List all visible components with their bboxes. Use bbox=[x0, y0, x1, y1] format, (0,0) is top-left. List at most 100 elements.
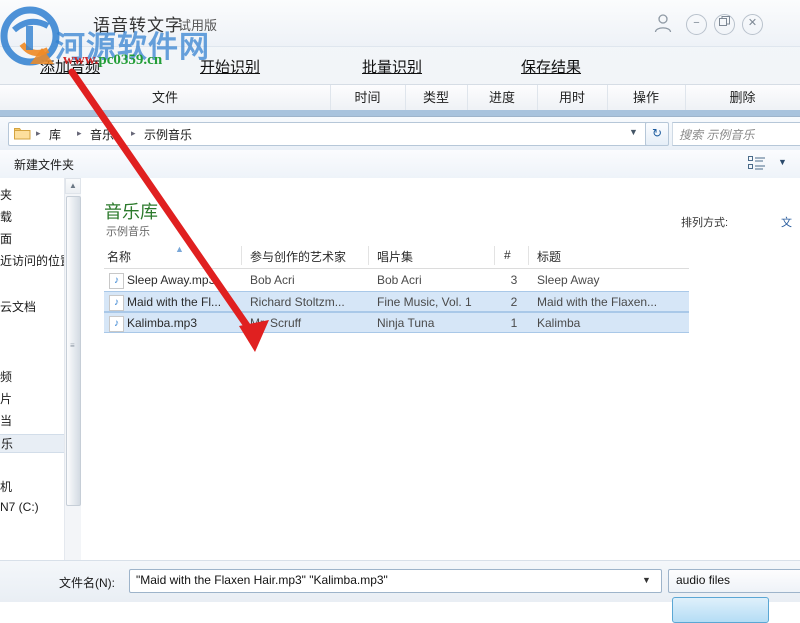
nav-item-label: 面 bbox=[0, 232, 12, 246]
application-window: 语音转文字 试用版 − ✕ 添加音频 开始识别 批量识别 保存结果 文件 时间 … bbox=[0, 0, 800, 600]
file-open-dialog: ▸ 库 ▸ 音乐 ▸ 示例音乐 ▼ ↻ 搜索 示例音乐 新建文件夹 bbox=[0, 116, 800, 601]
minimize-button[interactable]: − bbox=[686, 14, 707, 35]
nav-item[interactable]: N7 (C:) bbox=[0, 500, 39, 514]
file-artist: Richard Stoltzm... bbox=[250, 295, 364, 309]
column-divider[interactable] bbox=[494, 246, 495, 265]
file-name: Kalimba.mp3 bbox=[127, 316, 239, 330]
nav-item-label: 载 bbox=[0, 210, 12, 224]
file-track-number: 2 bbox=[504, 295, 524, 309]
music-note-icon: ♪ bbox=[109, 273, 124, 289]
column-header-type[interactable]: 类型 bbox=[405, 85, 468, 111]
add-audio-link[interactable]: 添加音频 bbox=[40, 56, 100, 77]
nav-item-label: 近访问的位置 bbox=[0, 254, 72, 268]
new-folder-button[interactable]: 新建文件夹 bbox=[14, 156, 74, 173]
breadcrumb-library[interactable]: 库 bbox=[49, 126, 61, 143]
nav-item[interactable]: 载 bbox=[0, 208, 12, 225]
library-subtitle: 示例音乐 bbox=[106, 223, 150, 239]
file-track-number: 1 bbox=[504, 316, 524, 330]
arrange-by-value[interactable]: 文 bbox=[781, 214, 792, 230]
music-note-icon: ♪ bbox=[109, 295, 124, 311]
nav-item-label: 频 bbox=[0, 370, 12, 384]
filename-input[interactable]: "Maid with the Flaxen Hair.mp3" "Kalimba… bbox=[129, 569, 662, 593]
breadcrumb-separator: ▸ bbox=[36, 128, 41, 139]
breadcrumb-music[interactable]: 音乐 bbox=[90, 126, 114, 143]
list-column-album[interactable]: 唱片集 bbox=[377, 248, 413, 265]
close-button[interactable]: ✕ bbox=[742, 14, 763, 35]
nav-item-label: 片 bbox=[0, 392, 12, 406]
nav-item-label: 夹 bbox=[0, 188, 12, 202]
file-type-filter-dropdown[interactable]: audio files bbox=[668, 569, 800, 593]
chevron-down-icon[interactable]: ▼ bbox=[629, 127, 638, 137]
list-column-name[interactable]: 名称▲ bbox=[107, 248, 131, 265]
library-title: 音乐库 bbox=[104, 198, 158, 224]
table-row[interactable]: ♪ Kalimba.mp3 Mr. Scruff Ninja Tuna 1 Ka… bbox=[104, 312, 689, 333]
breadcrumb-separator: ▸ bbox=[77, 128, 82, 139]
file-album: Fine Music, Vol. 1 bbox=[377, 295, 489, 309]
column-header-progress[interactable]: 进度 bbox=[467, 85, 538, 111]
folder-icon bbox=[14, 126, 31, 140]
main-toolbar: 添加音频 开始识别 批量识别 保存结果 bbox=[0, 46, 800, 84]
file-type-filter-value: audio files bbox=[676, 573, 730, 587]
nav-item[interactable]: 机 bbox=[0, 478, 12, 495]
nav-item-label: N7 (C:) bbox=[0, 500, 39, 514]
scrollbar-thumb[interactable]: ≡ bbox=[66, 196, 81, 506]
batch-recognition-link[interactable]: 批量识别 bbox=[362, 56, 422, 77]
nav-item[interactable]: 当 bbox=[0, 412, 12, 429]
list-column-artist[interactable]: 参与创作的艺术家 bbox=[250, 248, 346, 265]
breadcrumb-separator: ▸ bbox=[131, 128, 136, 139]
column-header-operation[interactable]: 操作 bbox=[607, 85, 686, 111]
breadcrumb-sample-music[interactable]: 示例音乐 bbox=[144, 126, 192, 143]
nav-item-label: 云文档 bbox=[0, 300, 36, 314]
nav-item-label: 乐 bbox=[0, 437, 13, 451]
nav-item-label: 当 bbox=[0, 414, 12, 428]
restore-button[interactable] bbox=[714, 14, 735, 35]
nav-item[interactable]: 夹 bbox=[0, 186, 12, 203]
column-header-time[interactable]: 时间 bbox=[330, 85, 406, 111]
file-list-header: 名称▲ 参与创作的艺术家 唱片集 # 标题 bbox=[104, 244, 689, 269]
nav-item[interactable]: 片 bbox=[0, 390, 12, 407]
scroll-up-button[interactable]: ▲ bbox=[65, 178, 81, 194]
file-name: Maid with the Fl... bbox=[127, 295, 239, 309]
chevron-down-icon[interactable]: ▼ bbox=[778, 157, 787, 167]
address-bar-row: ▸ 库 ▸ 音乐 ▸ 示例音乐 ▼ ↻ 搜索 示例音乐 bbox=[0, 117, 800, 151]
file-artist: Bob Acri bbox=[250, 273, 364, 287]
scrollbar-grip-icon: ≡ bbox=[70, 342, 78, 350]
start-recognition-link[interactable]: 开始识别 bbox=[200, 56, 260, 77]
arrange-by-label: 排列方式: bbox=[681, 214, 728, 230]
file-album: Bob Acri bbox=[377, 273, 489, 287]
open-button[interactable] bbox=[672, 597, 769, 623]
user-account-icon[interactable] bbox=[652, 12, 674, 34]
column-header-duration[interactable]: 用时 bbox=[537, 85, 608, 111]
file-artist: Mr. Scruff bbox=[250, 316, 364, 330]
column-header-file[interactable]: 文件 bbox=[0, 85, 331, 111]
table-row[interactable]: ♪ Maid with the Fl... Richard Stoltzm...… bbox=[104, 291, 689, 312]
nav-item[interactable]: 面 bbox=[0, 230, 12, 247]
file-list-pane: 音乐库 示例音乐 排列方式: 文 名称▲ 参与创作的艺术家 唱片集 # 标题 ♪… bbox=[81, 178, 800, 601]
file-title: Kalimba bbox=[537, 316, 687, 330]
list-column-title[interactable]: 标题 bbox=[537, 248, 561, 265]
view-mode-icon[interactable] bbox=[748, 156, 766, 173]
column-divider[interactable] bbox=[241, 246, 242, 265]
nav-item[interactable]: 云文档 bbox=[0, 298, 36, 315]
column-divider[interactable] bbox=[528, 246, 529, 265]
refresh-button[interactable]: ↻ bbox=[645, 122, 669, 146]
dialog-footer: 文件名(N): "Maid with the Flaxen Hair.mp3" … bbox=[0, 560, 800, 602]
column-header-delete[interactable]: 删除 bbox=[685, 85, 800, 111]
sort-ascending-icon: ▲ bbox=[175, 244, 184, 254]
chevron-down-icon[interactable]: ▼ bbox=[642, 575, 651, 585]
title-bar: 语音转文字 试用版 − ✕ bbox=[0, 0, 800, 47]
nav-item[interactable]: 频 bbox=[0, 368, 12, 385]
navigation-scrollbar[interactable]: ▲ ≡ ▼ bbox=[64, 178, 81, 601]
file-track-number: 3 bbox=[504, 273, 524, 287]
app-title: 语音转文字 bbox=[93, 11, 183, 36]
search-input[interactable]: 搜索 示例音乐 bbox=[672, 122, 800, 146]
list-column-track-number[interactable]: # bbox=[504, 248, 511, 262]
task-list-column-headers: 文件 时间 类型 进度 用时 操作 删除 bbox=[0, 84, 800, 112]
save-result-link[interactable]: 保存结果 bbox=[521, 56, 581, 77]
nav-item[interactable]: 近访问的位置 bbox=[0, 252, 72, 269]
trial-version-badge: 试用版 bbox=[178, 15, 217, 34]
table-row[interactable]: ♪ Sleep Away.mp3 Bob Acri Bob Acri 3 Sle… bbox=[104, 270, 689, 291]
file-title: Sleep Away bbox=[537, 273, 687, 287]
column-divider[interactable] bbox=[368, 246, 369, 265]
address-bar[interactable]: ▸ 库 ▸ 音乐 ▸ 示例音乐 ▼ bbox=[8, 122, 650, 146]
